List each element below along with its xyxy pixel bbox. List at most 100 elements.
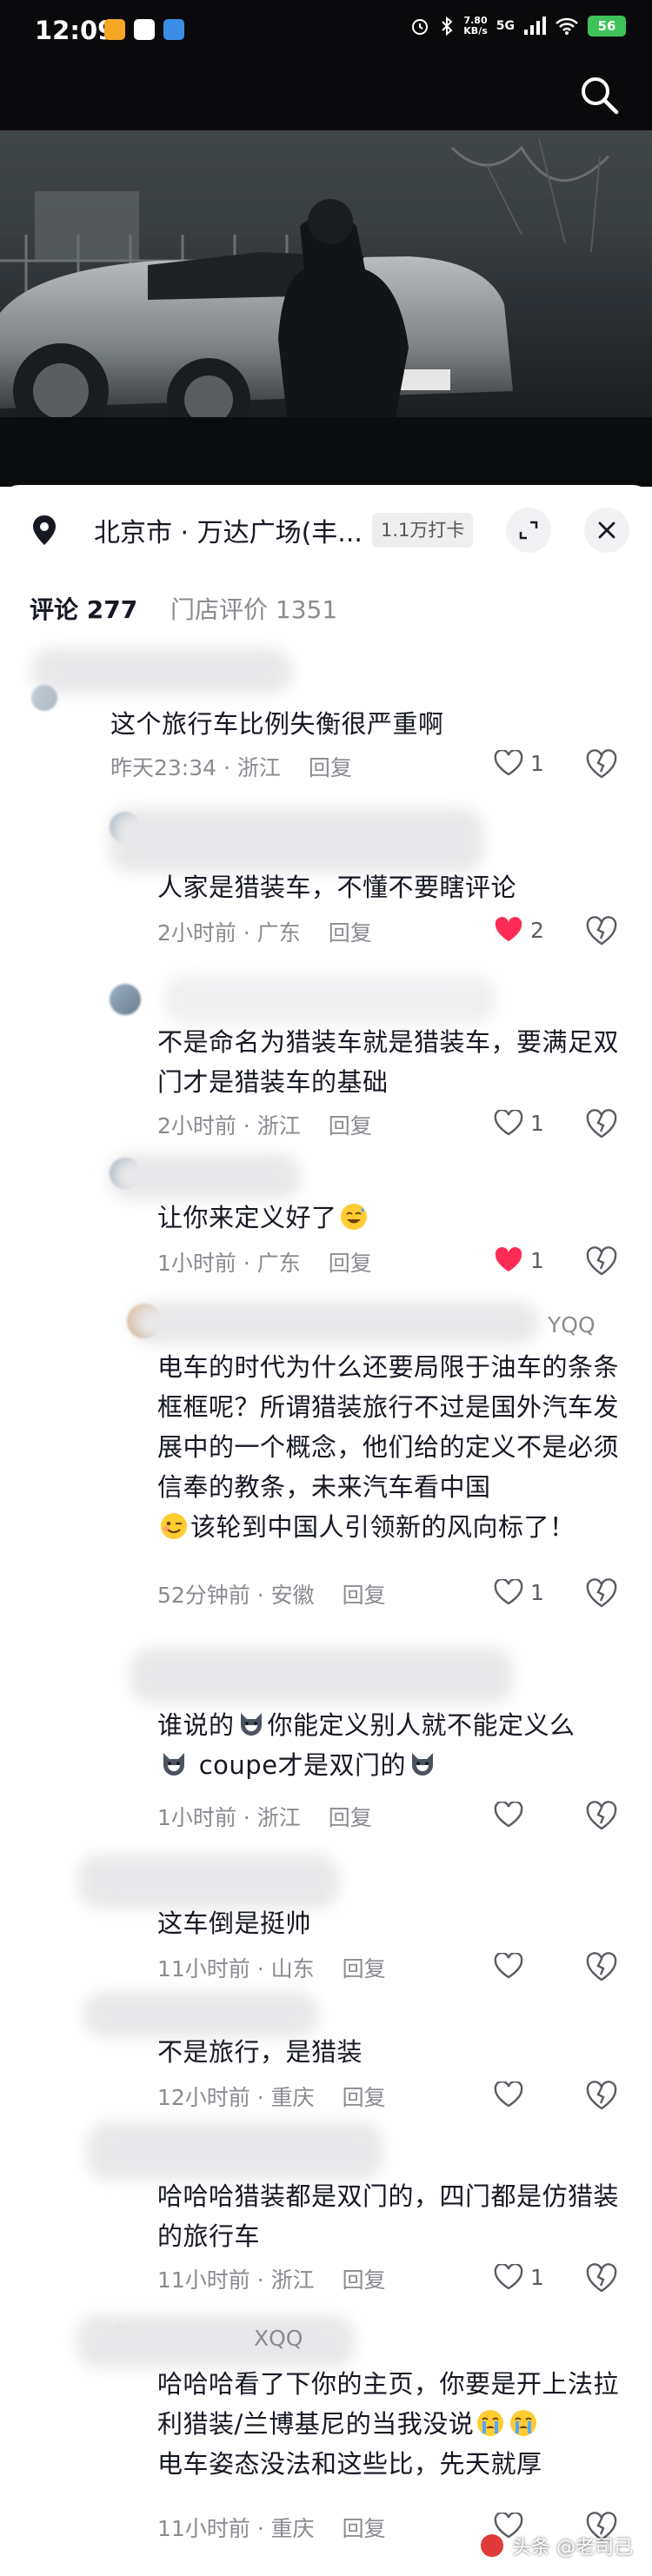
comment-item: 哈哈哈猎装都是双门的，四门都是仿猎装的旅行车 11小时前 · 浙江 回复 1 [0, 2108, 652, 2317]
heart-icon [495, 917, 522, 941]
like-button[interactable]: 1 [494, 1105, 563, 1140]
checkin-badge: 1.1万打卡 [372, 513, 474, 548]
net-speed: 7.80 KB/s [463, 15, 488, 37]
like-button[interactable]: 1 [494, 1575, 563, 1610]
comment-meta: 1小时前 · 浙江 回复 [157, 1801, 372, 1832]
comment-item: 这车倒是挺帅 11小时前 · 山东 回复 [0, 1841, 652, 1997]
avatar[interactable] [31, 685, 57, 711]
broken-heart-icon[interactable] [584, 913, 619, 947]
comment-item: 让你来定义好了 1小时前 · 广东 回复 1 [0, 1147, 652, 1304]
broken-heart-icon[interactable] [584, 1243, 619, 1278]
app-notification-icon [134, 19, 155, 40]
signal-icon [524, 17, 546, 35]
location-bar[interactable]: 北京市 · 万达广场(丰... 1.1万打卡 [0, 485, 652, 572]
wink-emoji-icon [161, 1513, 187, 1539]
broken-heart-icon[interactable] [584, 2077, 619, 2112]
username-suffix: XQQ [254, 2326, 303, 2351]
comment-text: 哈哈哈看了下你的主页，你要是开上法拉利猎装/兰博基尼的当我没说 电车姿态没法和这些… [157, 2369, 620, 2479]
comment-text: 电车的时代为什么还要局限于油车的条条框框呢？所谓猎装旅行不过是国外汽车发展中的一… [157, 1352, 620, 1542]
reply-button[interactable]: 回复 [343, 1956, 386, 1982]
avatar[interactable] [110, 984, 141, 1015]
heart-icon [494, 1802, 523, 1828]
close-icon [598, 521, 615, 539]
comment-text: 谁说的 你能定义别人就不能定义么 coupe才是双门的 [157, 1710, 575, 1780]
husky-emoji-icon [240, 1713, 262, 1736]
like-count: 1 [530, 1247, 544, 1273]
reply-button[interactable]: 回复 [329, 1113, 372, 1139]
comment-time-location: 1小时前 · 浙江 [157, 1805, 301, 1830]
comment-item: 不是命名为猎装车就是猎装车，要满足双门才是猎装车的基础 2小时前 · 浙江 回复 … [0, 954, 652, 1172]
reply-button[interactable]: 回复 [343, 2085, 386, 2110]
comment-time-location: 12小时前 · 重庆 [157, 2085, 315, 2110]
location-name[interactable]: 北京市 · 万达广场(丰... [94, 511, 363, 549]
sweat-smile-emoji-icon [340, 1204, 367, 1230]
crying-emoji-icon [510, 2410, 537, 2436]
like-button[interactable]: 1 [494, 2260, 563, 2294]
like-button[interactable] [494, 2077, 563, 2112]
redacted-username [31, 648, 292, 694]
comment-text: 这车倒是挺帅 [157, 1909, 312, 1938]
comment-time-location: 52分钟前 · 安徽 [157, 1583, 315, 1608]
redacted-username [87, 2122, 383, 2180]
like-button[interactable] [494, 1797, 563, 1832]
comment-time-location: 11小时前 · 重庆 [157, 2516, 315, 2541]
like-button[interactable]: 2 [494, 913, 563, 947]
comment-text: 哈哈哈猎装都是双门的，四门都是仿猎装的旅行车 [157, 2181, 620, 2251]
comment-meta: 52分钟前 · 安徽 回复 [157, 1578, 386, 1610]
watermark: 头条 @老司己 [479, 2526, 633, 2566]
reply-button[interactable]: 回复 [309, 755, 352, 780]
reply-button[interactable]: 回复 [343, 2267, 386, 2293]
tab-bar: 评论 277 门店评价 1351 [0, 577, 652, 641]
video-area[interactable]: 12:09 7.80 KB/s 5G 56 [0, 0, 652, 487]
husky-emoji-icon [163, 1753, 184, 1776]
comment-meta: 11小时前 · 重庆 回复 [157, 2512, 386, 2543]
reply-button[interactable]: 回复 [343, 1583, 386, 1608]
expand-icon [519, 521, 538, 540]
comment-time-location: 2小时前 · 广东 [157, 920, 301, 946]
tab-store-reviews[interactable]: 门店评价 1351 [170, 591, 337, 626]
redacted-username [130, 1302, 539, 1344]
like-button[interactable]: 1 [494, 746, 563, 780]
expand-button[interactable] [506, 508, 551, 553]
heart-icon [494, 750, 523, 776]
comment-item: 不是旅行，是猎装 12小时前 · 重庆 回复 [0, 1980, 652, 2128]
comment-item: 这个旅行车比例失衡很严重啊 昨天23:34 · 浙江 回复 1 [0, 636, 652, 794]
crying-emoji-icon [477, 2410, 504, 2436]
tab-comments[interactable]: 评论 277 [30, 591, 137, 626]
battery-indicator: 56 [588, 16, 626, 37]
comment-meta: 11小时前 · 浙江 回复 [157, 2263, 386, 2294]
redacted-username [130, 1648, 513, 1703]
search-icon[interactable] [577, 73, 621, 116]
redacted-username [110, 808, 483, 873]
like-button[interactable]: 1 [494, 1243, 563, 1278]
reply-button[interactable]: 回复 [329, 1251, 372, 1276]
comment-meta: 2小时前 · 广东 回复 [157, 916, 372, 947]
wifi-icon [556, 17, 578, 35]
broken-heart-icon[interactable] [584, 1575, 619, 1610]
comment-time-location: 1小时前 · 广东 [157, 1251, 301, 1276]
reply-button[interactable]: 回复 [329, 1805, 372, 1830]
comment-meta: 2小时前 · 浙江 回复 [157, 1109, 372, 1140]
broken-heart-icon[interactable] [584, 1797, 619, 1832]
heart-icon [494, 1579, 523, 1605]
comment-time-location: 11小时前 · 山东 [157, 1956, 315, 1982]
comment-meta: 12小时前 · 重庆 回复 [157, 2081, 386, 2112]
app-notification-icon [104, 19, 125, 40]
broken-heart-icon[interactable] [584, 2260, 619, 2294]
signal-label: 5G [496, 19, 515, 33]
reply-button[interactable]: 回复 [329, 920, 372, 946]
reply-button[interactable]: 回复 [343, 2516, 386, 2541]
close-button[interactable] [584, 508, 629, 553]
redacted-username [78, 1855, 339, 1909]
like-button[interactable] [494, 1949, 563, 1983]
like-count: 2 [530, 917, 544, 943]
comment-text: 人家是猎装车，不懂不要瞎评论 [157, 873, 517, 902]
status-time: 12:09 [35, 16, 116, 45]
redacted-username [110, 1154, 301, 1199]
broken-heart-icon[interactable] [584, 1105, 619, 1140]
comment-item: 人家是猎装车，不懂不要瞎评论 2小时前 · 广东 回复 2 [0, 794, 652, 968]
broken-heart-icon[interactable] [584, 746, 619, 780]
comment-meta: 昨天23:34 · 浙江 回复 [110, 751, 352, 782]
comment-item: 谁说的 你能定义别人就不能定义么 coupe才是双门的 1小时前 · 浙江 回复 [0, 1634, 652, 1851]
broken-heart-icon[interactable] [584, 1949, 619, 1983]
